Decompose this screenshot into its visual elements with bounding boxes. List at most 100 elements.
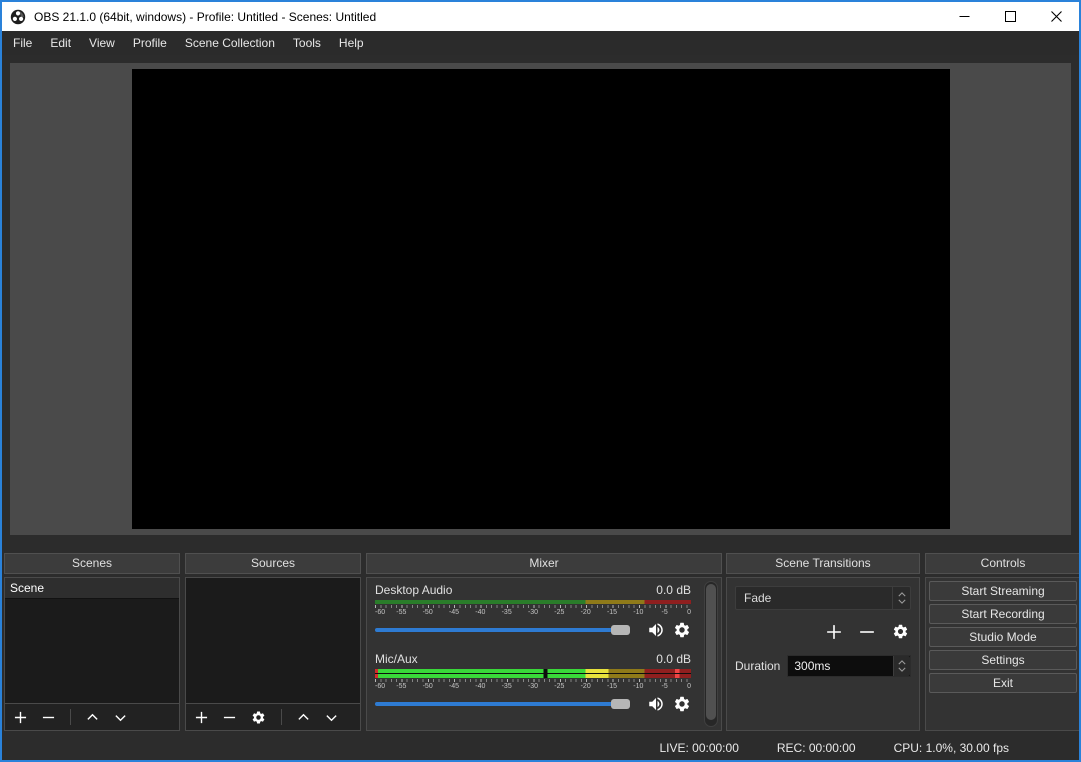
settings-button[interactable]: Settings: [929, 650, 1077, 670]
transition-select[interactable]: Fade: [735, 586, 911, 610]
channel-name: Desktop Audio: [375, 583, 452, 599]
channel-db-value: 0.0 dB: [656, 652, 691, 668]
volume-meter: [375, 600, 691, 604]
window-controls: [941, 2, 1079, 31]
close-button[interactable]: [1033, 2, 1079, 31]
tick-label: -40: [475, 683, 485, 690]
plus-icon: [14, 711, 27, 724]
tick-label: -25: [554, 609, 564, 616]
mixer-scrollbar[interactable]: [704, 581, 718, 727]
spinbox-arrows-icon[interactable]: [892, 587, 910, 609]
menu-tools[interactable]: Tools: [284, 31, 330, 55]
meter-tick-labels: -60 -55 -50 -45 -40 -35 -30 -25 -20 -15 …: [375, 609, 691, 618]
titlebar[interactable]: OBS 21.1.0 (64bit, windows) - Profile: U…: [2, 2, 1079, 31]
tick-label: -15: [607, 609, 617, 616]
tick-label: -50: [423, 609, 433, 616]
controls-body: Start Streaming Start Recording Studio M…: [925, 577, 1081, 731]
channel-name: Mic/Aux: [375, 652, 418, 668]
scenes-panel: Scenes Scene: [4, 553, 180, 731]
mixer-panel: Mixer Desktop Audio 0.0 dB -60 -55 -50: [366, 553, 722, 731]
remove-scene-button[interactable]: [42, 711, 55, 724]
start-recording-button[interactable]: Start Recording: [929, 604, 1077, 624]
controls-panel-header[interactable]: Controls: [925, 553, 1081, 574]
transition-properties-button[interactable]: [892, 623, 909, 643]
duration-label: Duration: [735, 659, 780, 673]
remove-source-button[interactable]: [223, 711, 236, 724]
mixer-body: Desktop Audio 0.0 dB -60 -55 -50 -45 -40…: [366, 577, 722, 731]
chevron-up-icon: [86, 711, 99, 724]
meter-tick-labels: -60 -55 -50 -45 -40 -35 -30 -25 -20 -15 …: [375, 683, 691, 692]
close-icon: [1051, 11, 1062, 22]
plus-icon: [826, 624, 842, 640]
channel-settings-button[interactable]: [673, 695, 691, 713]
sources-panel: Sources: [185, 553, 361, 731]
scenes-list[interactable]: Scene: [4, 577, 180, 731]
tick-label: -20: [581, 683, 591, 690]
channel-settings-button[interactable]: [673, 621, 691, 639]
maximize-button[interactable]: [987, 2, 1033, 31]
tick-label: -5: [662, 683, 668, 690]
sources-list[interactable]: [185, 577, 361, 731]
add-transition-button[interactable]: [826, 624, 842, 643]
cpu-fps: CPU: 1.0%, 30.00 fps: [894, 741, 1009, 755]
volume-slider[interactable]: [375, 624, 630, 636]
volume-slider[interactable]: [375, 698, 630, 710]
spinbox-arrows-icon[interactable]: [893, 656, 910, 676]
transitions-panel-header[interactable]: Scene Transitions: [726, 553, 920, 574]
preview-canvas[interactable]: [132, 69, 950, 529]
mute-toggle-button[interactable]: [647, 621, 665, 639]
menu-view[interactable]: View: [80, 31, 124, 55]
tick-label: -25: [554, 683, 564, 690]
source-move-up-button[interactable]: [297, 711, 310, 724]
scene-list-item[interactable]: Scene: [5, 578, 179, 599]
add-scene-button[interactable]: [14, 711, 27, 724]
menu-profile[interactable]: Profile: [124, 31, 176, 55]
tick-label: -45: [449, 609, 459, 616]
menu-file[interactable]: File: [4, 31, 41, 55]
minimize-button[interactable]: [941, 2, 987, 31]
tick-label: -35: [502, 609, 512, 616]
volume-slider-handle[interactable]: [611, 625, 630, 635]
tick-label: -5: [662, 609, 668, 616]
tick-label: -30: [528, 609, 538, 616]
remove-transition-button[interactable]: [859, 624, 875, 643]
scene-move-up-button[interactable]: [86, 711, 99, 724]
scene-move-down-button[interactable]: [114, 711, 127, 724]
scenes-toolbar: [5, 703, 179, 730]
tick-label: -20: [581, 609, 591, 616]
menu-edit[interactable]: Edit: [41, 31, 80, 55]
dock-area: Scenes Scene: [2, 553, 1079, 733]
mixer-panel-header[interactable]: Mixer: [366, 553, 722, 574]
preview-area: [10, 63, 1071, 535]
source-properties-button[interactable]: [251, 710, 266, 725]
studio-mode-button[interactable]: Studio Mode: [929, 627, 1077, 647]
gear-icon: [673, 621, 691, 639]
menu-scene-collection[interactable]: Scene Collection: [176, 31, 284, 55]
mute-toggle-button[interactable]: [647, 695, 665, 713]
transitions-body: Fade: [726, 577, 920, 731]
minimize-icon: [959, 11, 970, 22]
scrollbar-thumb[interactable]: [706, 584, 716, 720]
volume-slider-handle[interactable]: [611, 699, 630, 709]
scene-transitions-panel: Scene Transitions Fade: [726, 553, 920, 731]
tick-label: -10: [633, 609, 643, 616]
source-move-down-button[interactable]: [325, 711, 338, 724]
start-streaming-button[interactable]: Start Streaming: [929, 581, 1077, 601]
exit-button[interactable]: Exit: [929, 673, 1077, 693]
tick-label: -50: [423, 683, 433, 690]
duration-input[interactable]: 300ms: [787, 655, 911, 677]
status-bar: LIVE: 00:00:00 REC: 00:00:00 CPU: 1.0%, …: [2, 736, 1079, 760]
scenes-panel-header[interactable]: Scenes: [4, 553, 180, 574]
tick-label: -60: [375, 609, 385, 616]
sources-panel-header[interactable]: Sources: [185, 553, 361, 574]
add-source-button[interactable]: [195, 711, 208, 724]
chevron-down-icon: [325, 711, 338, 724]
volume-meter: [375, 669, 691, 678]
tick-label: -55: [396, 683, 406, 690]
tick-label: -10: [633, 683, 643, 690]
menu-help[interactable]: Help: [330, 31, 373, 55]
transition-selected-value: Fade: [736, 587, 892, 609]
speaker-icon: [647, 621, 665, 639]
tick-label: 0: [687, 609, 691, 616]
chevron-up-icon: [297, 711, 310, 724]
